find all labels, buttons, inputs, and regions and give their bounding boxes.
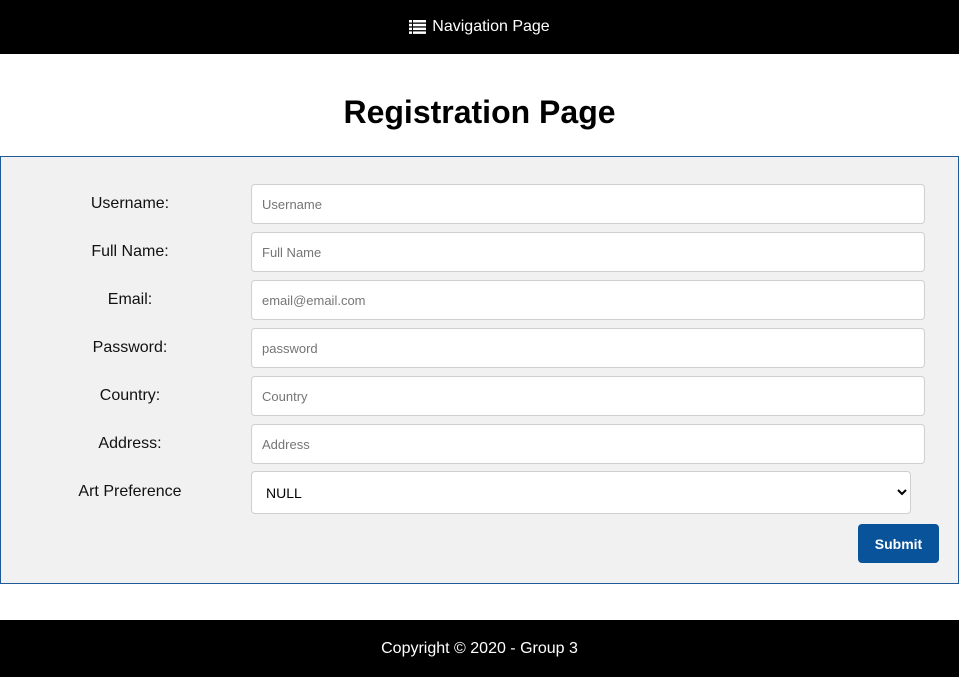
country-row: Country: xyxy=(1,375,958,417)
country-input[interactable] xyxy=(251,376,925,416)
navigation-page-label: Navigation Page xyxy=(432,18,550,35)
password-label: Password: xyxy=(92,339,168,356)
art-preference-row: Art Preference NULL xyxy=(1,471,958,514)
full-name-input[interactable] xyxy=(251,232,925,272)
email-label: Email: xyxy=(107,291,153,308)
password-input[interactable] xyxy=(251,328,925,368)
list-icon xyxy=(409,20,427,34)
art-preference-label: Art Preference xyxy=(78,483,182,500)
navigation-page-link[interactable]: Navigation Page xyxy=(409,18,550,36)
address-label: Address: xyxy=(98,435,162,452)
email-input[interactable] xyxy=(251,280,925,320)
address-row: Address: xyxy=(1,423,958,465)
password-row: Password: xyxy=(1,327,958,369)
submit-button[interactable]: Submit xyxy=(858,524,939,563)
username-input[interactable] xyxy=(251,184,925,224)
username-row: Username: xyxy=(1,183,958,225)
full-name-row: Full Name: xyxy=(1,231,958,273)
username-label: Username: xyxy=(90,195,170,212)
footer: Copyright © 2020 - Group 3 xyxy=(0,620,959,677)
page-title: Registration Page xyxy=(343,94,616,130)
country-label: Country: xyxy=(99,387,161,404)
full-name-label: Full Name: xyxy=(91,243,169,260)
address-input[interactable] xyxy=(251,424,925,464)
registration-form: Username: Full Name: Email: Password: Co… xyxy=(0,156,959,584)
email-row: Email: xyxy=(1,279,958,321)
art-preference-select[interactable]: NULL xyxy=(251,471,911,514)
top-navbar: Navigation Page xyxy=(0,0,959,54)
copyright-text: Copyright © 2020 - Group 3 xyxy=(381,639,578,657)
